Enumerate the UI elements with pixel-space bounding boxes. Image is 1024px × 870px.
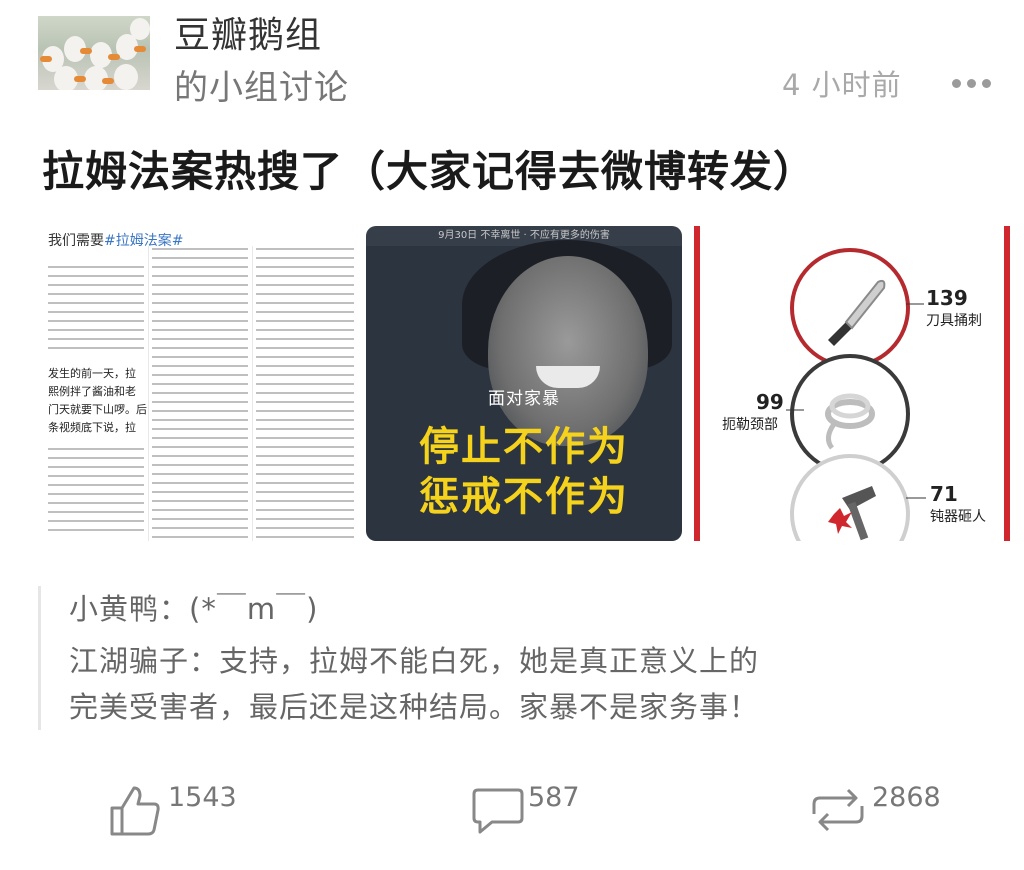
right-red-border (1004, 226, 1010, 541)
comment-text: 支持，拉姆不能白死，她是真正意义上的 (219, 644, 760, 678)
image2-slogan-2: 惩戒不作为 (419, 474, 629, 520)
group-name[interactable]: 豆瓣鹅组 (174, 6, 322, 58)
knife-icon (790, 248, 910, 368)
post-image-3[interactable]: 139 刀具捅刺 99 扼勒颈部 71 钝器砸人 (694, 226, 1010, 541)
image1-line: 发生的前一天，拉 (48, 367, 136, 380)
comment-text: (*￣m￣) (189, 592, 319, 626)
stat-number: 99 (756, 390, 784, 414)
more-options-button[interactable] (952, 68, 1000, 98)
comment-item: 小黄鸭：(*￣m￣) (69, 592, 319, 626)
like-count: 1543 (168, 782, 237, 813)
more-dot-icon (952, 78, 961, 88)
image1-line: 条视频底下说，拉 (48, 421, 136, 434)
comment-count: 587 (528, 782, 580, 813)
like-button[interactable]: 1543 (106, 782, 256, 838)
group-avatar[interactable] (38, 16, 150, 90)
post-title[interactable]: 拉姆法案热搜了（大家记得去微博转发） (42, 138, 816, 199)
image1-heading: 我们需要#拉姆法案# (48, 233, 184, 249)
comment-preview[interactable]: 小黄鸭：(*￣m￣) 江湖骗子：支持，拉姆不能白死，她是真正意义上的 完美受害者… (38, 586, 941, 730)
stat-label: 刀具捅刺 (926, 313, 982, 329)
left-red-border (694, 226, 700, 541)
repost-icon (812, 788, 864, 832)
image1-line: 熙例拌了酱油和老 (48, 385, 136, 398)
comment-button[interactable]: 587 (470, 782, 620, 838)
image2-caption: 面对家暴 (488, 389, 560, 409)
comment-bubble-icon (472, 788, 524, 834)
stat-number: 139 (926, 286, 968, 310)
blunt-weapon-icon (790, 454, 910, 541)
image1-line: 门天就要下山啰。后 (48, 403, 147, 416)
post-timestamp: 4 小时前 (782, 68, 902, 102)
image1-hashtag: #拉姆法案# (104, 233, 184, 249)
stat-label: 钝器砸人 (930, 509, 986, 525)
comment-item: 江湖骗子：支持，拉姆不能白死，她是真正意义上的 (69, 644, 760, 678)
more-dot-icon (967, 78, 976, 88)
post-image-1[interactable]: 我们需要#拉姆法案# 发生的前一天，拉 熙例拌了酱油和老 门天就要下山啰。后 条… (42, 226, 358, 541)
stat-number: 71 (930, 482, 958, 506)
post-image-2[interactable]: 9月30日 不幸离世 · 不应有更多的伤害 面对家暴 停止不作为 惩戒不作为 (366, 226, 682, 541)
thumbs-up-icon (110, 786, 160, 836)
repost-button[interactable]: 2868 (806, 782, 956, 838)
comment-author: 江湖骗子 (69, 644, 190, 678)
image2-banner: 9月30日 不幸离世 · 不应有更多的伤害 (366, 226, 682, 246)
group-subtitle: 的小组讨论 (174, 68, 349, 108)
stat-label: 扼勒颈部 (722, 417, 778, 433)
comment-text-continued: 完美受害者，最后还是这种结局。家暴不是家务事！ (69, 690, 760, 724)
comment-author: 小黄鸭 (69, 592, 160, 626)
repost-count: 2868 (872, 782, 941, 813)
more-dot-icon (982, 78, 991, 88)
